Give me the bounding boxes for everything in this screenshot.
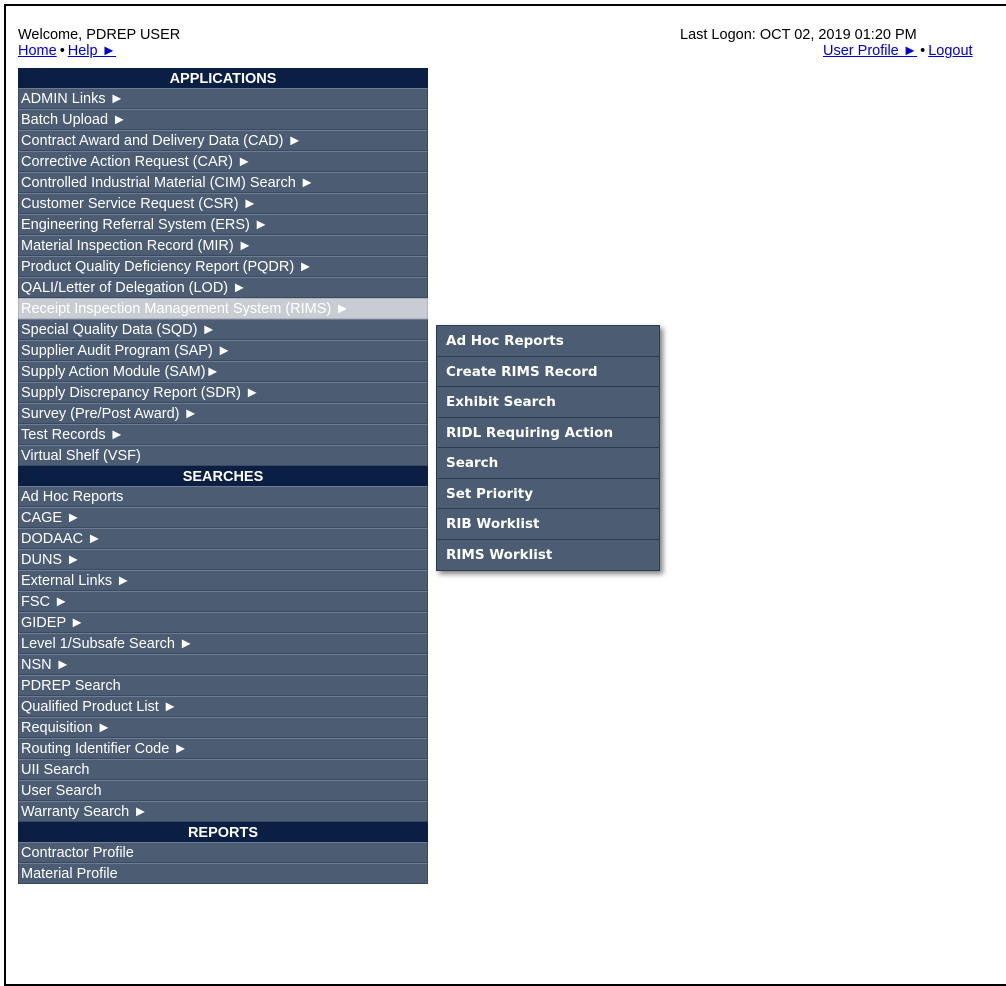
- menu-item-search-4[interactable]: External Links ►: [18, 570, 428, 591]
- help-link[interactable]: Help ►: [68, 43, 116, 59]
- menu-item-search-13[interactable]: UII Search: [18, 759, 428, 780]
- menu-item-search-12[interactable]: Routing Identifier Code ►: [18, 738, 428, 759]
- logon-info: Last Logon: OCT 02, 2019 01:20 PM User P…: [680, 27, 1006, 59]
- menu-item-search-8[interactable]: NSN ►: [18, 654, 428, 675]
- separator: •: [59, 43, 65, 59]
- menu-item-search-0[interactable]: Ad Hoc Reports: [18, 486, 428, 507]
- menu-item-application-1[interactable]: Batch Upload ►: [18, 109, 428, 130]
- rims-submenu-item-5[interactable]: Set Priority: [437, 479, 659, 509]
- menu-item-application-12[interactable]: Supplier Audit Program (SAP) ►: [18, 340, 428, 361]
- rims-submenu-item-2[interactable]: Exhibit Search: [437, 387, 659, 418]
- menu-item-search-15[interactable]: Warranty Search ►: [18, 801, 428, 822]
- home-link[interactable]: Home: [18, 43, 57, 59]
- welcome-text: Welcome, PDREP USER: [18, 27, 181, 43]
- menu-item-application-15[interactable]: Survey (Pre/Post Award) ►: [18, 403, 428, 424]
- rims-submenu-item-7[interactable]: RIMS Worklist: [437, 540, 659, 571]
- menu-item-application-9[interactable]: QALI/Letter of Delegation (LOD) ►: [18, 277, 428, 298]
- rims-submenu-item-6[interactable]: RIB Worklist: [437, 509, 659, 540]
- menu-item-application-14[interactable]: Supply Discrepancy Report (SDR) ►: [18, 382, 428, 403]
- menu-item-search-14[interactable]: User Search: [18, 780, 428, 801]
- menu-item-application-4[interactable]: Controlled Industrial Material (CIM) Sea…: [18, 172, 428, 193]
- menu-item-report-1[interactable]: Material Profile: [18, 863, 428, 884]
- rims-submenu-item-1[interactable]: Create RIMS Record: [437, 357, 659, 387]
- menu-item-application-13[interactable]: Supply Action Module (SAM)►: [18, 361, 428, 382]
- main-menu: APPLICATIONS ADMIN Links ► Batch Upload ►…: [18, 68, 428, 884]
- menu-item-search-5[interactable]: FSC ►: [18, 591, 428, 612]
- menu-item-application-8[interactable]: Product Quality Deficiency Report (PQDR)…: [18, 256, 428, 277]
- menu-item-application-3[interactable]: Corrective Action Request (CAR) ►: [18, 151, 428, 172]
- searches-header: SEARCHES: [18, 466, 428, 486]
- menu-item-search-9[interactable]: PDREP Search: [18, 675, 428, 696]
- last-logon-text: Last Logon: OCT 02, 2019 01:20 PM: [680, 27, 917, 43]
- menu-item-application-16[interactable]: Test Records ►: [18, 424, 428, 445]
- menu-item-application-7[interactable]: Material Inspection Record (MIR) ►: [18, 235, 428, 256]
- menu-item-application-0[interactable]: ADMIN Links ►: [18, 88, 428, 109]
- user-profile-link[interactable]: User Profile ►: [823, 43, 917, 59]
- rims-submenu: Ad Hoc Reports Create RIMS Record Exhibit …: [436, 325, 660, 571]
- menu-item-search-3[interactable]: DUNS ►: [18, 549, 428, 570]
- logout-link[interactable]: Logout: [928, 43, 972, 59]
- menu-item-search-2[interactable]: DODAAC ►: [18, 528, 428, 549]
- menu-item-application-2[interactable]: Contract Award and Delivery Data (CAD) ►: [18, 130, 428, 151]
- menu-item-application-11[interactable]: Special Quality Data (SQD) ►: [18, 319, 428, 340]
- menu-item-search-10[interactable]: Qualified Product List ►: [18, 696, 428, 717]
- separator: •: [920, 43, 926, 59]
- menu-item-search-6[interactable]: GIDEP ►: [18, 612, 428, 633]
- applications-header: APPLICATIONS: [18, 68, 428, 88]
- menu-item-application-6[interactable]: Engineering Referral System (ERS) ►: [18, 214, 428, 235]
- rims-submenu-item-0[interactable]: Ad Hoc Reports: [437, 326, 659, 357]
- menu-item-search-1[interactable]: CAGE ►: [18, 507, 428, 528]
- reports-header: REPORTS: [18, 822, 428, 842]
- menu-item-search-11[interactable]: Requisition ►: [18, 717, 428, 738]
- menu-item-report-0[interactable]: Contractor Profile: [18, 842, 428, 863]
- menu-item-search-7[interactable]: Level 1/Subsafe Search ►: [18, 633, 428, 654]
- menu-item-application-5[interactable]: Customer Service Request (CSR) ►: [18, 193, 428, 214]
- rims-submenu-item-3[interactable]: RIDL Requiring Action: [437, 418, 659, 448]
- menu-item-application-10[interactable]: Receipt Inspection Management System (RI…: [18, 298, 428, 319]
- rims-submenu-item-4[interactable]: Search: [437, 448, 659, 479]
- user-header: Welcome, PDREP USER Home • Help ►: [18, 27, 180, 59]
- menu-item-application-17[interactable]: Virtual Shelf (VSF): [18, 445, 428, 466]
